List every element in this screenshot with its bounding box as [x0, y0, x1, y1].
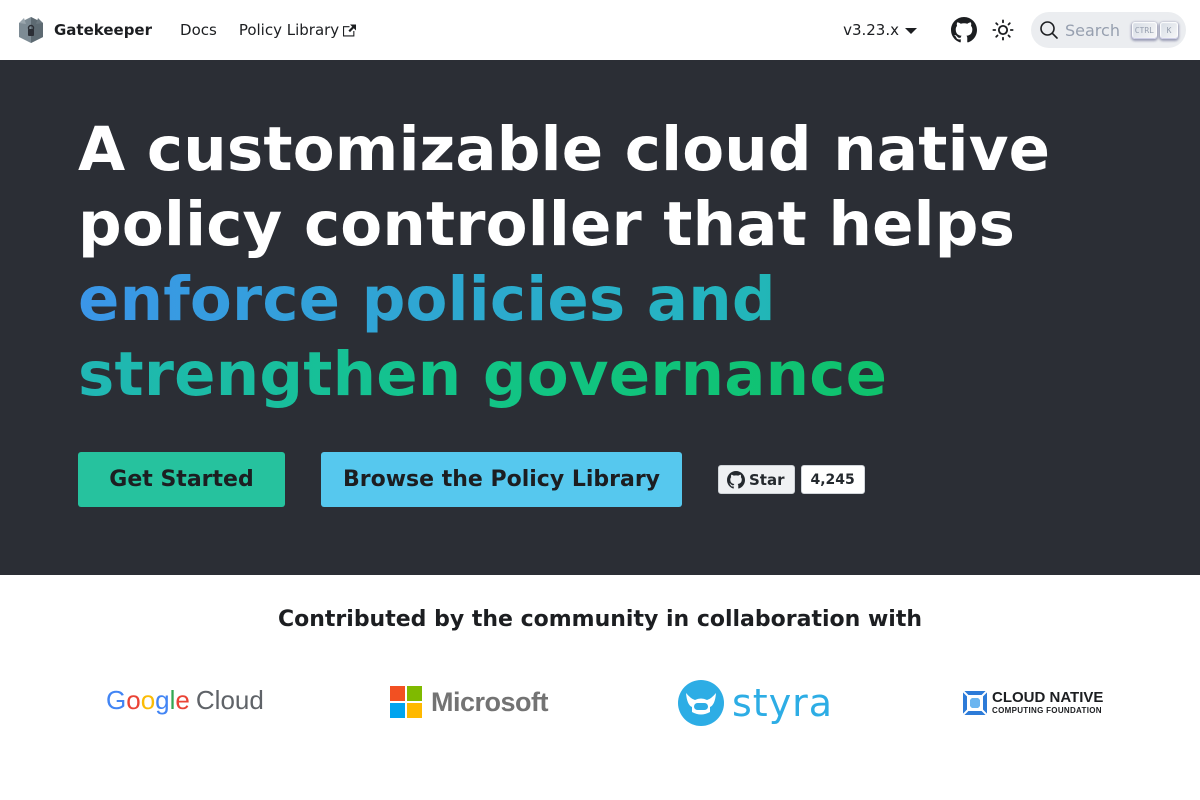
search-placeholder: Search	[1065, 20, 1120, 40]
styra-viking-icon	[678, 680, 724, 726]
hero-actions: Get Started Browse the Policy Library St…	[78, 452, 865, 507]
gatekeeper-logo-icon	[19, 17, 43, 43]
github-star-widget: Star 4,245	[718, 465, 865, 494]
microsoft-logo[interactable]: Microsoft	[390, 686, 549, 718]
sun-icon	[992, 19, 1014, 41]
github-icon	[951, 17, 977, 43]
github-star-count[interactable]: 4,245	[800, 465, 865, 494]
nav-link-policy-library[interactable]: Policy Library	[238, 21, 357, 39]
google-cloud-logo[interactable]: Google Cloud	[106, 685, 264, 716]
cncf-icon	[963, 690, 987, 715]
search-button[interactable]: Search CTRL K	[1031, 12, 1186, 48]
brand-title: Gatekeeper	[54, 21, 153, 39]
version-dropdown[interactable]: v3.23.x	[843, 21, 917, 39]
nav-right: v3.23.x Search CTRL K	[843, 12, 1186, 48]
cncf-logo[interactable]: CLOUD NATIVE COMPUTING FOUNDATION	[963, 690, 1103, 715]
hero-section: A customizable cloud native policy contr…	[0, 60, 1200, 575]
cncf-line2: COMPUTING FOUNDATION	[992, 706, 1102, 715]
google-wordmark: Google	[106, 685, 190, 715]
nav-link-docs-label: Docs	[180, 21, 217, 39]
search-icon	[1040, 21, 1058, 39]
github-icon	[727, 470, 745, 489]
hero-title-highlight: enforce policies and strengthen governan…	[78, 264, 888, 410]
theme-toggle-button[interactable]	[991, 18, 1015, 42]
hero-title: A customizable cloud native policy contr…	[78, 112, 1158, 412]
microsoft-squares-icon	[390, 686, 422, 718]
cncf-line1: CLOUD NATIVE	[992, 689, 1104, 706]
google-cloud-suffix: Cloud	[195, 685, 264, 715]
browse-policy-library-button[interactable]: Browse the Policy Library	[321, 452, 682, 507]
partners-heading: Contributed by the community in collabor…	[277, 607, 922, 632]
kbd-k: K	[1160, 21, 1178, 39]
brand-link[interactable]: Gatekeeper	[16, 15, 152, 45]
github-star-label: Star	[749, 470, 785, 489]
version-label: v3.23.x	[843, 21, 899, 39]
github-star-button[interactable]: Star	[718, 465, 795, 494]
nav-link-policy-library-label: Policy Library	[238, 21, 340, 39]
hero-title-plain: A customizable cloud native policy contr…	[78, 114, 1051, 260]
cncf-wordmark: CLOUD NATIVE COMPUTING FOUNDATION	[992, 690, 1103, 715]
microsoft-wordmark: Microsoft	[431, 686, 549, 717]
search-shortcut: CTRL K	[1131, 21, 1178, 39]
nav-link-docs[interactable]: Docs	[180, 21, 217, 39]
styra-logo[interactable]: styra	[677, 679, 833, 727]
get-started-button[interactable]: Get Started	[78, 452, 285, 507]
navbar: Gatekeeper Docs Policy Library v3.23.x S…	[0, 0, 1200, 60]
github-link[interactable]	[951, 17, 977, 43]
styra-wordmark: styra	[732, 681, 834, 725]
kbd-ctrl: CTRL	[1131, 21, 1157, 39]
external-link-icon	[343, 24, 357, 36]
chevron-down-icon	[905, 28, 917, 34]
